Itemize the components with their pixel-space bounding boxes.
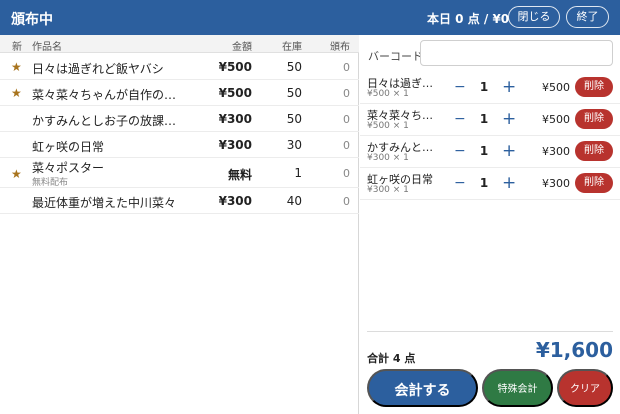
product-name: 菜々ポスター (32, 161, 105, 175)
table-row[interactable]: 虹ヶ咲の日常 ¥300 30 0 (0, 132, 359, 158)
table-row[interactable]: かすみんとしお子の放課後デ... ¥300 50 0 (0, 106, 359, 132)
product-distributed: 0 (343, 195, 350, 208)
product-price: ¥300 (218, 194, 252, 208)
daily-summary: 本日 0 点 / ¥0 (427, 12, 510, 26)
column-header-new: 新 (12, 42, 22, 53)
increment-button[interactable]: + (502, 141, 516, 161)
table-row[interactable]: ★ 菜々ポスター 無料配布 無料 1 0 (0, 158, 359, 188)
product-name: 最近体重が増えた中川菜々 (32, 196, 177, 210)
checkout-button[interactable]: 会計する (367, 369, 478, 407)
table-row[interactable]: 最近体重が増えた中川菜々 ¥300 40 0 (0, 188, 359, 214)
star-icon: ★ (11, 86, 22, 100)
increment-button[interactable]: + (502, 173, 516, 193)
increment-button[interactable]: + (502, 109, 516, 129)
table-header: 新 作品名 金額 在庫 頒布 (0, 35, 359, 53)
clear-button[interactable]: クリア (557, 369, 613, 407)
cart-item-quantity: 1 (479, 176, 489, 190)
exit-button[interactable]: 終了 (566, 6, 609, 28)
delete-button[interactable]: 削除 (575, 173, 613, 193)
product-stock: 50 (286, 86, 302, 100)
star-icon: ★ (11, 60, 22, 74)
product-list-panel: 新 作品名 金額 在庫 頒布 ★ 日々は過ぎれど飯ヤバシ ¥500 50 0 ★… (0, 35, 359, 414)
column-header-stock: 在庫 (282, 42, 302, 53)
product-stock: 1 (294, 166, 302, 180)
product-note: 無料配布 (32, 178, 69, 188)
delete-button[interactable]: 削除 (575, 141, 613, 161)
column-header-distributed: 頒布 (330, 42, 350, 53)
total-amount: ¥1,600 (535, 338, 613, 362)
product-distributed: 0 (343, 167, 350, 180)
cart-item-unit: ¥300 × 1 (367, 153, 409, 163)
decrement-button[interactable]: − (454, 175, 466, 191)
product-price: ¥500 (218, 60, 252, 74)
cart-item: 菜々菜々ちゃ... ¥500 × 1 − 1 + ¥500 削除 (360, 104, 620, 136)
cart-item-quantity: 1 (479, 80, 489, 94)
star-icon: ★ (11, 167, 22, 181)
cart-item-price: ¥300 (542, 145, 570, 158)
special-checkout-button[interactable]: 特殊会計 (482, 369, 553, 407)
product-stock: 50 (286, 112, 302, 126)
decrement-button[interactable]: − (454, 111, 466, 127)
total-count: 合計 4 点 (367, 352, 416, 365)
divider (367, 331, 613, 332)
column-header-name: 作品名 (32, 42, 62, 53)
product-price: 無料 (227, 168, 252, 182)
product-name: かすみんとしお子の放課後デ... (32, 114, 187, 128)
product-distributed: 0 (343, 113, 350, 126)
cart-item: かすみんとし... ¥300 × 1 − 1 + ¥300 削除 (360, 136, 620, 168)
decrement-button[interactable]: − (454, 143, 466, 159)
product-name: 虹ヶ咲の日常 (32, 140, 105, 154)
delete-button[interactable]: 削除 (575, 77, 613, 97)
app-header: 頒布中 本日 0 点 / ¥0 閉じる 終了 (0, 0, 620, 35)
product-name: 日々は過ぎれど飯ヤバシ (32, 62, 164, 76)
product-name: 菜々菜々ちゃんが自作の弁当 (32, 88, 187, 102)
barcode-input[interactable] (420, 40, 613, 66)
close-button[interactable]: 閉じる (508, 6, 560, 28)
product-stock: 40 (286, 194, 302, 208)
product-price: ¥500 (218, 86, 252, 100)
cart-item-quantity: 1 (479, 144, 489, 158)
column-header-price: 金額 (232, 42, 252, 53)
cart-item-quantity: 1 (479, 112, 489, 126)
barcode-label: バーコード (368, 50, 423, 63)
product-distributed: 0 (343, 139, 350, 152)
product-stock: 50 (286, 60, 302, 74)
product-price: ¥300 (218, 138, 252, 152)
delete-button[interactable]: 削除 (575, 109, 613, 129)
cart-item: 虹ヶ咲の日常 ¥300 × 1 − 1 + ¥300 削除 (360, 168, 620, 200)
cart-item-price: ¥500 (542, 113, 570, 126)
product-price: ¥300 (218, 112, 252, 126)
table-row[interactable]: ★ 日々は過ぎれど飯ヤバシ ¥500 50 0 (0, 54, 359, 80)
product-distributed: 0 (343, 87, 350, 100)
increment-button[interactable]: + (502, 77, 516, 97)
page-title: 頒布中 (11, 12, 53, 28)
decrement-button[interactable]: − (454, 79, 466, 95)
product-stock: 30 (286, 138, 302, 152)
table-row[interactable]: ★ 菜々菜々ちゃんが自作の弁当 ¥500 50 0 (0, 80, 359, 106)
product-distributed: 0 (343, 61, 350, 74)
cart-item-price: ¥500 (542, 81, 570, 94)
cart-item-unit: ¥500 × 1 (367, 89, 409, 99)
cart-panel: バーコード 日々は過ぎれ... ¥500 × 1 − 1 + ¥500 削除 菜… (360, 35, 620, 414)
cart-item-unit: ¥500 × 1 (367, 121, 409, 131)
cart-item: 日々は過ぎれ... ¥500 × 1 − 1 + ¥500 削除 (360, 72, 620, 104)
cart-item-price: ¥300 (542, 177, 570, 190)
cart-item-unit: ¥300 × 1 (367, 185, 409, 195)
